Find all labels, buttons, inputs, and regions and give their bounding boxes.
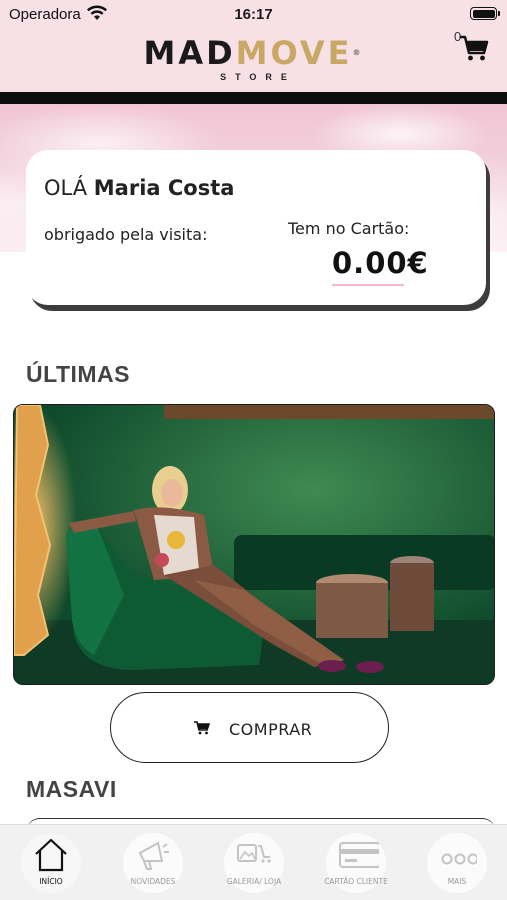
greeting-text: OLÁ Maria Costa: [44, 176, 235, 200]
brand-logo: MADMOVE® STORE: [0, 36, 507, 82]
credit-card-icon: [339, 842, 379, 868]
tab-more[interactable]: MAIS: [427, 833, 487, 893]
header-divider: [0, 92, 507, 104]
tab-news-label: NOVIDADES: [130, 877, 176, 886]
tab-more-label: MAIS: [447, 877, 467, 886]
tab-home[interactable]: INÍCIO: [21, 833, 81, 893]
gallery-cart-icon: [237, 844, 271, 863]
logo-subtitle: STORE: [220, 72, 296, 82]
tab-client-card[interactable]: CARTÃO CLIENTE: [324, 833, 388, 893]
cart-icon: [194, 721, 210, 735]
status-time: 16:17: [234, 6, 273, 23]
tab-gallery-store-label: GALERIA/ LOJA: [226, 877, 282, 886]
megaphone-icon: [138, 841, 169, 870]
bottom-tab-bar: INÍCIO NOVIDADES GALERIA/ LOJA CARTÃO CL…: [0, 824, 507, 900]
buy-button-label: COMPRAR: [229, 720, 313, 739]
battery-icon: [470, 7, 500, 20]
tab-client-card-label: CARTÃO CLIENTE: [324, 877, 388, 886]
card-balance-value: 0.00€: [332, 246, 429, 280]
thanks-text: obrigado pela visita:: [44, 225, 208, 244]
balance-underline: [332, 284, 404, 286]
home-icon: [35, 838, 67, 872]
tab-gallery-store[interactable]: GALERIA/ LOJA: [224, 833, 284, 893]
more-dots-icon: [441, 853, 477, 865]
tab-news[interactable]: NOVIDADES: [123, 833, 183, 893]
shopping-cart-icon[interactable]: [458, 34, 490, 62]
section-title-latest: ÚLTIMAS: [26, 361, 131, 387]
greeting-card: OLÁ Maria Costa obrigado pela visita: Te…: [26, 150, 486, 305]
user-name: Maria Costa: [93, 176, 235, 200]
card-balance-label: Tem no Cartão:: [288, 219, 410, 238]
tab-home-label: INÍCIO: [39, 877, 63, 886]
app-header: Operadora 16:17 MADMOVE® STORE 0: [0, 0, 507, 92]
section-title-brand: MASAVI: [26, 776, 117, 802]
status-bar: Operadora 16:17: [0, 0, 507, 28]
buy-button[interactable]: COMPRAR: [110, 692, 389, 763]
product-image[interactable]: [13, 404, 495, 685]
